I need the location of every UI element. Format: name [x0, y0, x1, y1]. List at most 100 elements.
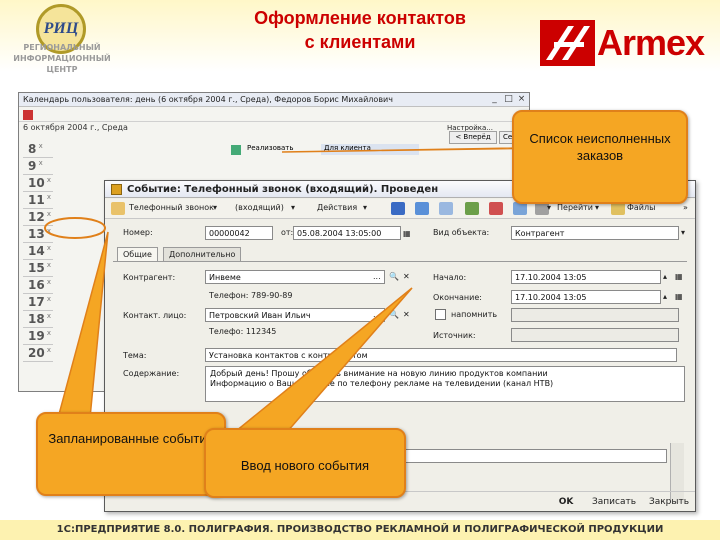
calendar-hour-row[interactable]: 13 x — [23, 226, 53, 243]
calendar-toolbar-icon[interactable] — [23, 110, 33, 120]
from-date-field[interactable]: 05.08.2004 13:05:00 — [293, 226, 401, 240]
from-label: от: — [281, 228, 294, 237]
calendar-picker-icon[interactable]: ▦ — [675, 272, 683, 281]
orders-callout: Список неисполненных заказов — [512, 110, 688, 204]
calendar-event-text2[interactable]: Для клиента — [321, 144, 419, 155]
source-label: Источник: — [433, 331, 476, 340]
calendar-hour-row[interactable]: 9 x — [23, 158, 53, 175]
phone-icon — [111, 202, 125, 215]
search-icon[interactable]: 🔍 — [389, 310, 399, 319]
calendar-hour-row[interactable]: 14 x — [23, 243, 53, 260]
number-field[interactable]: 00000042 — [205, 226, 273, 240]
actions-menu[interactable]: Действия — [317, 203, 357, 212]
close-button[interactable]: Закрыть — [645, 495, 693, 510]
contact-person-field[interactable]: Петровский Иван Ильич — [205, 308, 385, 322]
chevron-down-icon[interactable]: ▾ — [595, 203, 599, 212]
phone-text-1: Телефон: 789-90-89 — [209, 291, 293, 300]
content-line-2: Информацию о Вашей фирме по телефону рек… — [210, 379, 554, 388]
refresh-icon[interactable] — [415, 202, 429, 215]
planned-events-callout: Запланированные события — [36, 412, 226, 496]
remind-label: напомнить — [451, 310, 498, 319]
source-field[interactable] — [511, 328, 679, 342]
counterparty-label: Контрагент: — [123, 273, 176, 282]
calendar-toolbar: Настройка... — [19, 108, 529, 132]
chevron-down-icon[interactable]: ▾ — [547, 203, 551, 212]
files-menu[interactable]: Файлы — [627, 203, 655, 212]
subject-label: Тема: — [123, 351, 147, 360]
hour-marker-icon: x — [44, 176, 52, 184]
calendar-event-text[interactable]: Реализовать — [247, 144, 293, 152]
print-icon[interactable] — [465, 202, 479, 215]
hour-marker-icon: x — [44, 210, 52, 218]
spinner-icon[interactable]: ▴ — [663, 292, 667, 301]
calendar-hour-row[interactable]: 17 x — [23, 294, 53, 311]
hour-marker-icon: x — [44, 193, 52, 201]
hour-marker-icon: x — [36, 159, 43, 167]
hour-marker-icon: x — [44, 346, 52, 354]
counterparty-field[interactable]: Инвеме — [205, 270, 385, 284]
armex-logo: Armex — [540, 18, 715, 68]
calendar-hour-row[interactable]: 8 x — [23, 141, 53, 158]
toolbar-more-icon[interactable]: » — [683, 203, 688, 212]
hour-marker-icon: x — [44, 329, 52, 337]
subject-field[interactable]: Установка контактов с контрагентом — [205, 348, 677, 362]
content-textarea[interactable]: Добрый день! Прошу обратить внимание на … — [205, 366, 685, 402]
calendar-titlebar: Календарь пользователя: день (6 октября … — [19, 93, 529, 107]
minimize-icon[interactable]: _ — [489, 94, 500, 105]
slide-title-line2: с клиентами — [304, 32, 416, 52]
select-icon[interactable]: ... — [373, 272, 381, 281]
calendar-back-button[interactable]: < Вперёд — [449, 131, 497, 144]
chevron-down-icon[interactable]: ▾ — [213, 203, 217, 212]
start-label: Начало: — [433, 273, 467, 282]
calendar-hour-row[interactable]: 19 x — [23, 328, 53, 345]
calendar-picker-icon[interactable]: ▦ — [403, 229, 411, 238]
hour-marker-icon: x — [44, 312, 52, 320]
remind-checkbox[interactable] — [435, 309, 446, 320]
calendar-hour-row[interactable]: 15 x — [23, 260, 53, 277]
close-icon[interactable]: × — [516, 94, 527, 105]
spinner-icon[interactable]: ▴ — [663, 272, 667, 281]
calendar-hour-row[interactable]: 20 x — [23, 345, 53, 362]
remind-time-field[interactable] — [511, 308, 679, 322]
content-label: Содержание: — [123, 369, 180, 378]
direction-dropdown[interactable]: (входящий) — [235, 203, 284, 212]
save-button[interactable]: Записать — [587, 495, 641, 510]
event-icon — [231, 145, 241, 155]
hour-marker-icon: x — [36, 142, 43, 150]
calendar-picker-icon[interactable]: ▦ — [675, 292, 683, 301]
ok-button[interactable]: OK — [551, 495, 581, 510]
calendar-hour-row[interactable]: 11 x — [23, 192, 53, 209]
search-icon[interactable]: 🔍 — [389, 272, 399, 281]
slide-title: Оформление контактов с клиентами — [200, 6, 520, 54]
event-type-dropdown[interactable]: Телефонный звонок — [129, 203, 214, 212]
object-type-label: Вид объекта: — [433, 228, 490, 237]
calendar-title: Календарь пользователя: день (6 октября … — [23, 95, 393, 104]
start-datetime-field[interactable]: 17.10.2004 13:05 — [511, 270, 661, 284]
calendar-hour-row[interactable]: 10 x — [23, 175, 53, 192]
hour-marker-icon: x — [44, 244, 52, 252]
select-icon[interactable]: ... — [373, 310, 381, 319]
calendar-hour-row[interactable]: 12 x — [23, 209, 53, 226]
post-icon[interactable] — [391, 202, 405, 215]
clear-icon[interactable]: ✕ — [403, 310, 410, 319]
maximize-icon[interactable]: □ — [503, 94, 514, 105]
hour-marker-icon: x — [44, 278, 52, 286]
chevron-down-icon[interactable]: ▾ — [681, 228, 685, 237]
end-datetime-field[interactable]: 17.10.2004 13:05 — [511, 290, 661, 304]
armex-logo-icon — [540, 20, 595, 66]
object-type-field[interactable]: Контрагент — [511, 226, 679, 240]
delete-icon[interactable] — [489, 202, 503, 215]
clear-icon[interactable]: ✕ — [403, 272, 410, 281]
tab-general[interactable]: Общие — [117, 247, 158, 261]
chevron-down-icon[interactable]: ▾ — [363, 203, 367, 212]
calendar-hour-row[interactable]: 16 x — [23, 277, 53, 294]
armex-logo-text: Armex — [597, 22, 705, 63]
ric-logo-text: РЕГИОНАЛЬНЫЙ ИНФОРМАЦИОННЫЙ ЦЕНТР — [13, 43, 111, 74]
goto-menu[interactable]: Перейти — [557, 203, 593, 212]
calendar-hour-row[interactable]: 18 x — [23, 311, 53, 328]
number-label: Номер: — [123, 228, 153, 237]
tab-additional[interactable]: Дополнительно — [163, 247, 242, 261]
structure-icon[interactable] — [439, 202, 453, 215]
chevron-down-icon[interactable]: ▾ — [291, 203, 295, 212]
slide-title-line1: Оформление контактов — [254, 8, 466, 28]
